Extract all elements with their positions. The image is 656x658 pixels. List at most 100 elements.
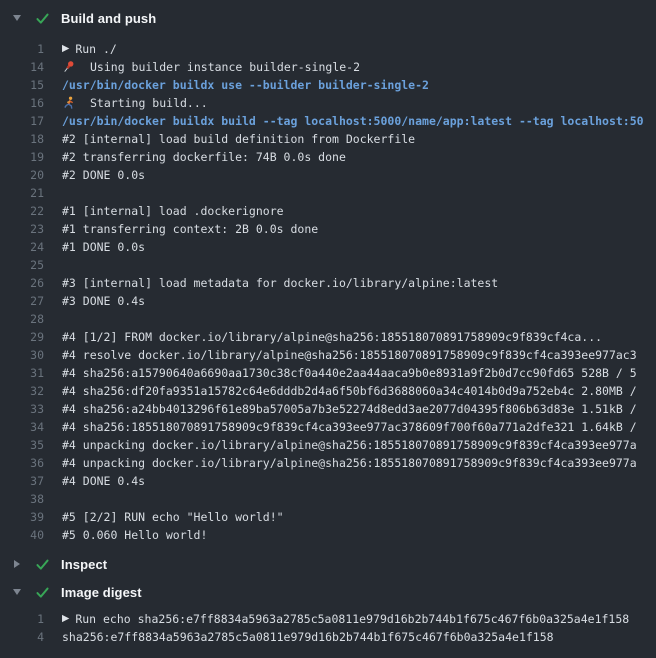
- line-number[interactable]: 18: [0, 130, 44, 148]
- line-number[interactable]: 20: [0, 166, 44, 184]
- log-line: 14 Using builder instance builder-single…: [0, 58, 656, 76]
- chevron-right-icon[interactable]: [14, 560, 20, 568]
- line-content: #4 sha256:a24bb4013296f61e89ba57005a7b3e…: [44, 400, 637, 418]
- line-content: #4 resolve docker.io/library/alpine@sha2…: [44, 346, 637, 364]
- line-number[interactable]: 1: [0, 40, 44, 58]
- log-line: 26 #3 [internal] load metadata for docke…: [0, 274, 656, 292]
- line-content: Starting build...: [44, 94, 208, 112]
- step-title: Build and push: [61, 11, 156, 26]
- line-number[interactable]: 16: [0, 94, 44, 112]
- line-content: /usr/bin/docker buildx use --builder bui…: [44, 76, 429, 94]
- line-number[interactable]: 29: [0, 328, 44, 346]
- log-step: Image digest 1 ▶ Run echo sha256:e7ff8834…: [0, 578, 656, 652]
- line-number[interactable]: 27: [0, 292, 44, 310]
- line-number[interactable]: 4: [0, 628, 44, 646]
- line-number[interactable]: 33: [0, 400, 44, 418]
- line-content: [44, 310, 62, 328]
- line-number[interactable]: 21: [0, 184, 44, 202]
- log-line: 23 #1 transferring context: 2B 0.0s done: [0, 220, 656, 238]
- line-content: #1 [internal] load .dockerignore: [44, 202, 284, 220]
- line-number[interactable]: 30: [0, 346, 44, 364]
- line-text: /usr/bin/docker buildx build --tag local…: [62, 112, 644, 130]
- line-text: #4 resolve docker.io/library/alpine@sha2…: [62, 346, 637, 364]
- log-line: 1 ▶ Run echo sha256:e7ff8834a5963a2785c5a…: [0, 610, 656, 628]
- line-number[interactable]: 24: [0, 238, 44, 256]
- line-number[interactable]: 1: [0, 610, 44, 628]
- line-text: #3 [internal] load metadata for docker.i…: [62, 274, 498, 292]
- line-content: #2 transferring dockerfile: 74B 0.0s don…: [44, 148, 346, 166]
- success-check-icon: [35, 557, 50, 572]
- line-number[interactable]: 23: [0, 220, 44, 238]
- line-content: #3 [internal] load metadata for docker.i…: [44, 274, 498, 292]
- step-header[interactable]: Build and push: [0, 0, 656, 36]
- line-text: #4 sha256:185518070891758909c9f839cf4ca3…: [62, 418, 637, 436]
- line-content: #4 unpacking docker.io/library/alpine@sh…: [44, 454, 637, 472]
- log-line: 1 ▶ Run ./: [0, 40, 656, 58]
- line-content: #4 unpacking docker.io/library/alpine@sh…: [44, 436, 637, 454]
- chevron-down-icon[interactable]: [13, 589, 21, 595]
- line-number[interactable]: 32: [0, 382, 44, 400]
- step-title: Image digest: [61, 585, 142, 600]
- line-text: #2 DONE 0.0s: [62, 166, 145, 184]
- line-content: #4 sha256:df20fa9351a15782c64e6dddb2d4a6…: [44, 382, 637, 400]
- log-line: 16 Starting build...: [0, 94, 656, 112]
- log-line: 20 #2 DONE 0.0s: [0, 166, 656, 184]
- line-text: Run echo sha256:e7ff8834a5963a2785c5a081…: [75, 610, 629, 628]
- line-number[interactable]: 19: [0, 148, 44, 166]
- line-number[interactable]: 31: [0, 364, 44, 382]
- line-text: #1 transferring context: 2B 0.0s done: [62, 220, 318, 238]
- step-header[interactable]: Inspect: [0, 550, 656, 578]
- line-text: /usr/bin/docker buildx use --builder bui…: [62, 76, 429, 94]
- line-content: #4 sha256:a15790640a6690aa1730c38cf0a440…: [44, 364, 637, 382]
- line-number[interactable]: 22: [0, 202, 44, 220]
- line-number[interactable]: 35: [0, 436, 44, 454]
- line-text: #5 [2/2] RUN echo "Hello world!": [62, 508, 284, 526]
- line-content: /usr/bin/docker buildx build --tag local…: [44, 112, 644, 130]
- line-number[interactable]: 26: [0, 274, 44, 292]
- line-text: #1 [internal] load .dockerignore: [62, 202, 284, 220]
- line-content: #5 [2/2] RUN echo "Hello world!": [44, 508, 284, 526]
- line-text: #1 DONE 0.0s: [62, 238, 145, 256]
- line-number[interactable]: 36: [0, 454, 44, 472]
- line-content: [44, 256, 62, 274]
- line-number[interactable]: 14: [0, 58, 44, 76]
- line-content: #4 sha256:185518070891758909c9f839cf4ca3…: [44, 418, 637, 436]
- success-check-icon: [35, 11, 50, 26]
- log-line: 24 #1 DONE 0.0s: [0, 238, 656, 256]
- workflow-log-viewer: Build and push 1 ▶Run ./ 14 Using builde…: [0, 0, 656, 658]
- log-line: 37 #4 DONE 0.4s: [0, 472, 656, 490]
- line-text: #4 DONE 0.4s: [62, 472, 145, 490]
- chevron-down-icon[interactable]: [13, 15, 21, 21]
- log-line: 15 /usr/bin/docker buildx use --builder …: [0, 76, 656, 94]
- line-number[interactable]: 37: [0, 472, 44, 490]
- line-content: sha256:e7ff8834a5963a2785c5a0811e979d16b…: [44, 628, 554, 646]
- log-line: 33 #4 sha256:a24bb4013296f61e89ba57005a7…: [0, 400, 656, 418]
- log-line: 18 #2 [internal] load build definition f…: [0, 130, 656, 148]
- line-number[interactable]: 25: [0, 256, 44, 274]
- line-number[interactable]: 28: [0, 310, 44, 328]
- line-number[interactable]: 40: [0, 526, 44, 544]
- line-text: #4 sha256:a15790640a6690aa1730c38cf0a440…: [62, 364, 637, 382]
- line-text: Using builder instance builder-single-2: [90, 58, 360, 76]
- line-text: #5 0.060 Hello world!: [62, 526, 207, 544]
- line-content: #4 [1/2] FROM docker.io/library/alpine@s…: [44, 328, 602, 346]
- line-number[interactable]: 38: [0, 490, 44, 508]
- line-number[interactable]: 34: [0, 418, 44, 436]
- line-number[interactable]: 15: [0, 76, 44, 94]
- line-content: #5 0.060 Hello world!: [44, 526, 207, 544]
- play-icon[interactable]: ▶: [62, 610, 69, 628]
- step-header[interactable]: Image digest: [0, 578, 656, 606]
- play-icon[interactable]: ▶: [62, 40, 69, 58]
- line-text: #4 [1/2] FROM docker.io/library/alpine@s…: [62, 328, 602, 346]
- log-line: 39 #5 [2/2] RUN echo "Hello world!": [0, 508, 656, 526]
- success-check-icon: [35, 585, 50, 600]
- line-number[interactable]: 17: [0, 112, 44, 130]
- log-line: 40 #5 0.060 Hello world!: [0, 526, 656, 544]
- line-text: #2 transferring dockerfile: 74B 0.0s don…: [62, 148, 346, 166]
- log-step: Build and push 1 ▶ Run ./ 14 Using builde…: [0, 0, 656, 550]
- line-content: #3 DONE 0.4s: [44, 292, 145, 310]
- line-content: Using builder instance builder-single-2: [44, 58, 360, 76]
- line-content: ▶ Run echo sha256:e7ff8834a5963a2785c5a08…: [44, 610, 629, 628]
- line-number[interactable]: 39: [0, 508, 44, 526]
- line-text: Run ./: [75, 40, 117, 58]
